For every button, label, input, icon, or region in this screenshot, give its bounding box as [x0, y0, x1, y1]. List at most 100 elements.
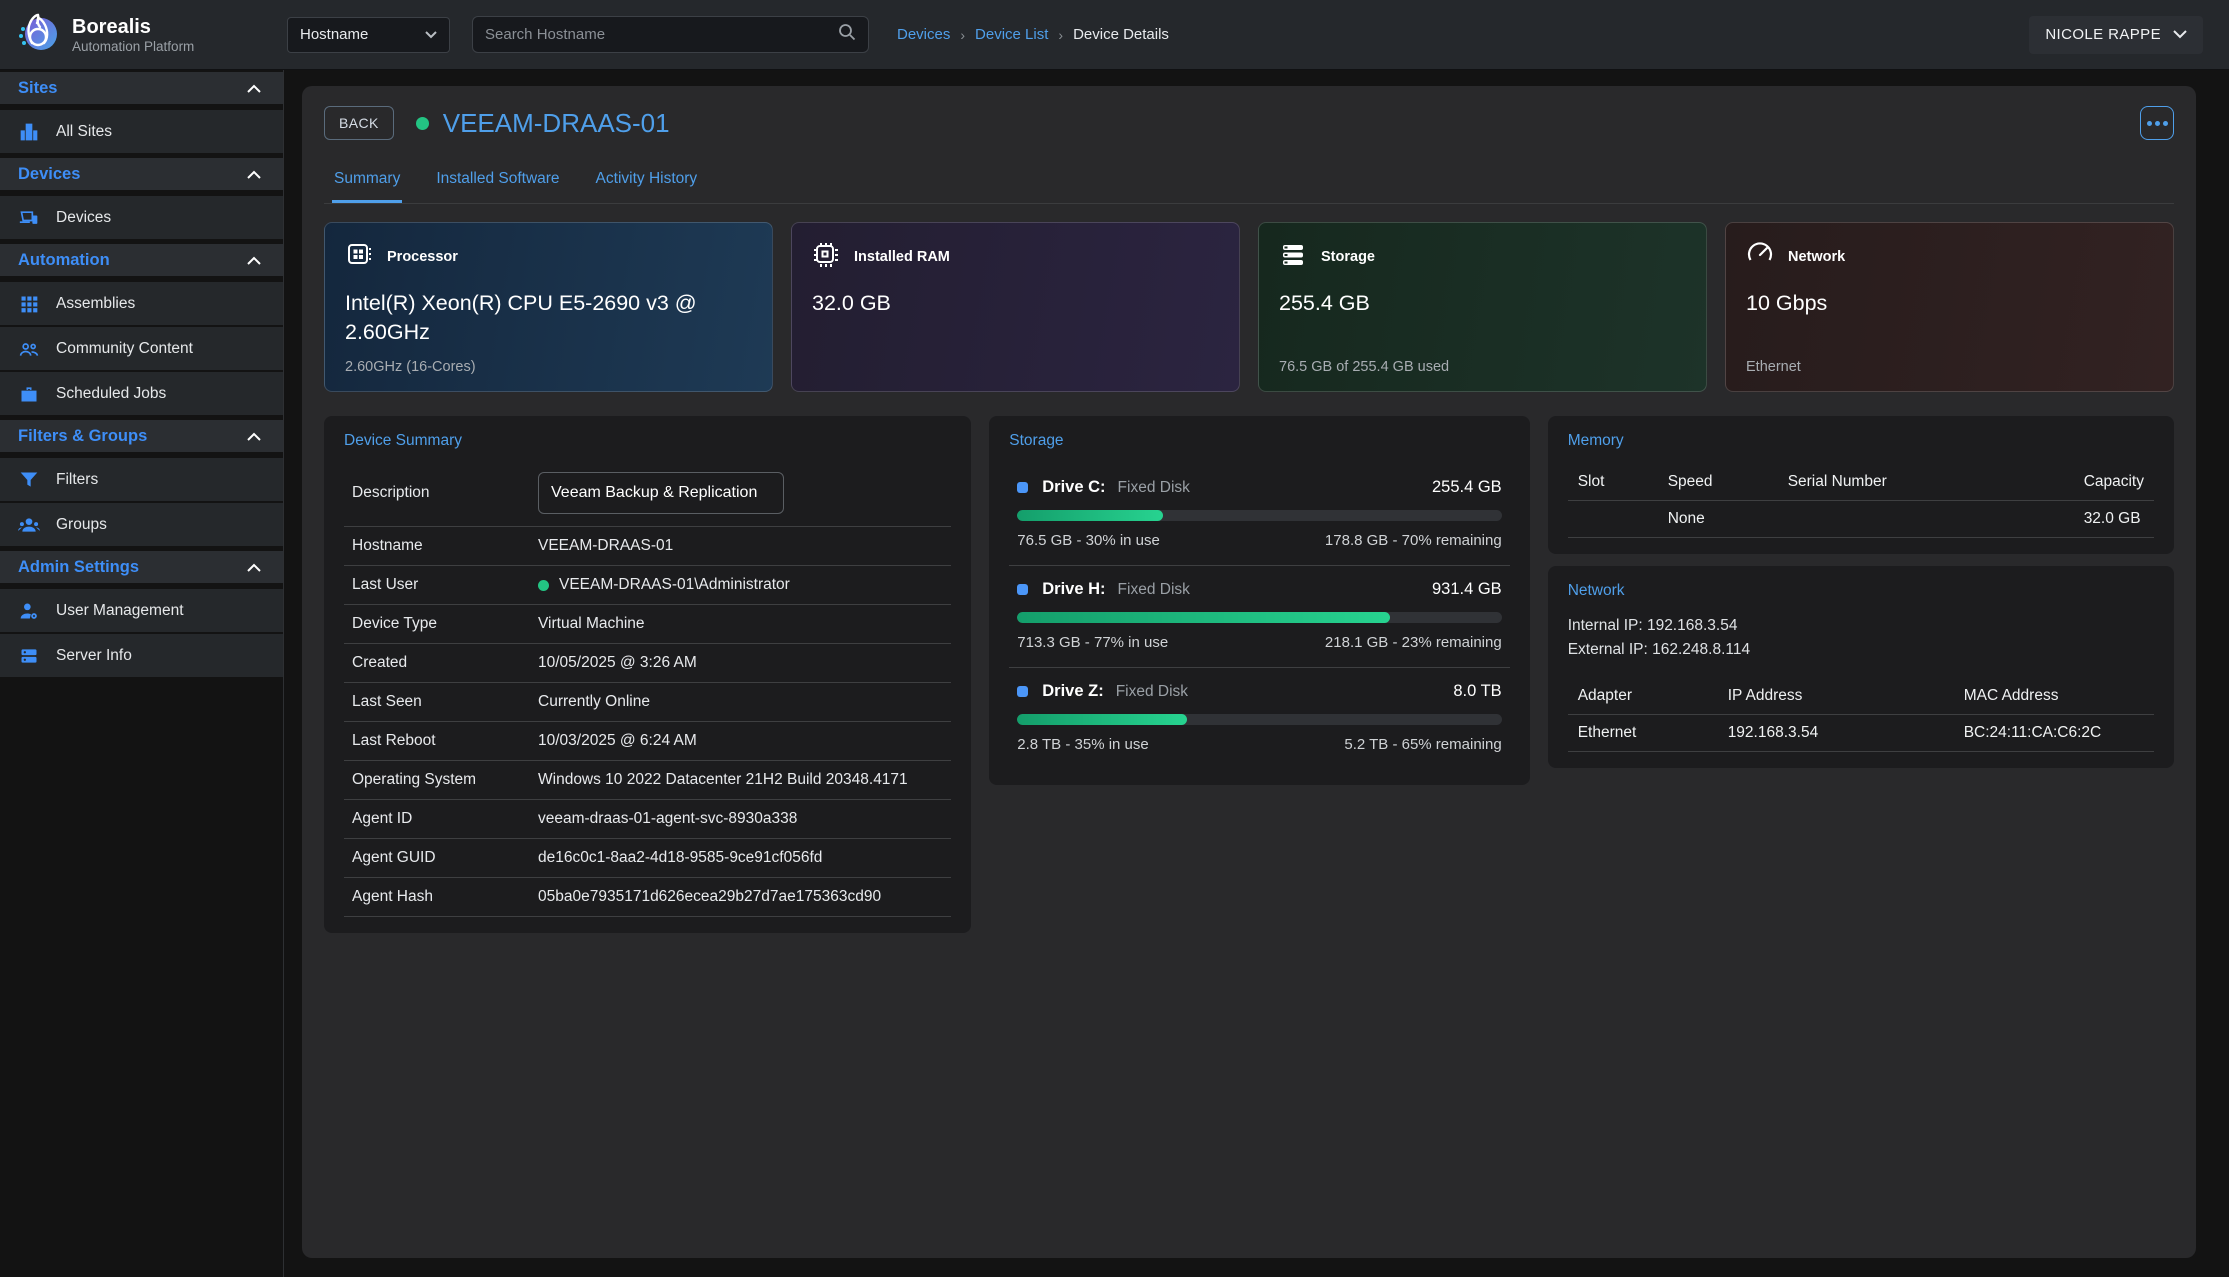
right-column: Memory Slot Speed Serial Number Capacity…	[1548, 416, 2174, 768]
sidebar-item-all-sites[interactable]: All Sites	[0, 110, 283, 153]
gauge-icon	[1746, 241, 1774, 273]
cpu-icon	[345, 241, 373, 273]
user-name: NICOLE RAPPE	[2045, 26, 2161, 43]
sidebar-item-community-content[interactable]: Community Content	[0, 327, 283, 370]
drive-usage-bar	[1017, 510, 1501, 521]
search-box	[472, 16, 869, 53]
summary-row-agent-guid: Agent GUID de16c0c1-8aa2-4d18-9585-9ce91…	[344, 839, 951, 878]
drive-used-text: 2.8 TB - 35% in use	[1017, 736, 1148, 753]
breadcrumb-device-list[interactable]: Device List	[975, 26, 1048, 43]
storage-card: Storage 255.4 GB 76.5 GB of 255.4 GB use…	[1258, 222, 1707, 392]
tab-bar: Summary Installed Software Activity Hist…	[324, 164, 2174, 204]
sidebar-item-label: Community Content	[56, 340, 193, 358]
section-label: Sites	[18, 79, 57, 98]
card-label: Storage	[1321, 249, 1375, 265]
tab-summary[interactable]: Summary	[332, 164, 402, 203]
server-icon	[18, 646, 40, 666]
sidebar-item-label: Groups	[56, 516, 107, 534]
sidebar-item-user-management[interactable]: User Management	[0, 589, 283, 632]
card-label: Network	[1788, 249, 1845, 265]
breadcrumb-device-details: Device Details	[1073, 26, 1169, 43]
back-button[interactable]: BACK	[324, 106, 394, 140]
chevron-up-icon	[247, 79, 261, 98]
grid-icon	[18, 294, 40, 314]
description-input[interactable]	[538, 472, 784, 514]
sidebar-item-label: All Sites	[56, 123, 112, 141]
sidebar: Sites All Sites Devices Devices Automati…	[0, 70, 284, 1277]
section-label: Filters & Groups	[18, 427, 147, 446]
card-label: Installed RAM	[854, 249, 950, 265]
chevron-up-icon	[247, 558, 261, 577]
network-table-row: Ethernet 192.168.3.54 BC:24:11:CA:C6:2C	[1568, 714, 2154, 752]
summary-row-created: Created 10/05/2025 @ 3:26 AM	[344, 644, 951, 683]
search-icon[interactable]	[838, 23, 856, 46]
filter-selected-value: Hostname	[300, 26, 368, 43]
tab-installed-software[interactable]: Installed Software	[434, 164, 561, 203]
drive-remaining-text: 5.2 TB - 65% remaining	[1344, 736, 1501, 753]
device-header: BACK VEEAM-DRAAS-01	[324, 106, 2174, 140]
ram-chip-icon	[812, 241, 840, 273]
sidebar-item-assemblies[interactable]: Assemblies	[0, 282, 283, 325]
summary-row-device-type: Device Type Virtual Machine	[344, 605, 951, 644]
people-icon	[18, 339, 40, 359]
drive-h-row: Drive H: Fixed Disk 931.4 GB 713.3 GB - …	[1009, 566, 1509, 668]
sidebar-item-label: Filters	[56, 471, 98, 489]
card-value: 10 Gbps	[1746, 289, 2153, 318]
sidebar-item-groups[interactable]: Groups	[0, 503, 283, 546]
drive-bullet-icon	[1017, 686, 1028, 697]
panel-title: Memory	[1568, 432, 2154, 450]
sidebar-item-scheduled-jobs[interactable]: Scheduled Jobs	[0, 372, 283, 415]
chevron-down-icon	[2173, 26, 2187, 43]
building-icon	[18, 122, 40, 142]
chevron-up-icon	[247, 427, 261, 446]
network-card: Network 10 Gbps Ethernet	[1725, 222, 2174, 392]
user-menu-button[interactable]: NICOLE RAPPE	[2029, 16, 2203, 54]
tab-activity-history[interactable]: Activity History	[594, 164, 700, 203]
chevron-down-icon	[425, 26, 437, 43]
card-value: 32.0 GB	[812, 289, 1219, 318]
storage-panel: Storage Drive C: Fixed Disk 255.4 GB 76.…	[989, 416, 1529, 785]
card-value: 255.4 GB	[1279, 289, 1686, 318]
online-status-dot	[538, 580, 549, 591]
search-input[interactable]	[485, 26, 838, 43]
stat-cards: Processor Intel(R) Xeon(R) CPU E5-2690 v…	[324, 222, 2174, 392]
borealis-logo-icon	[14, 9, 60, 60]
hostname-filter-select[interactable]: Hostname	[287, 17, 450, 53]
devices-icon	[18, 208, 40, 228]
more-actions-button[interactable]	[2140, 106, 2174, 140]
sidebar-section-devices[interactable]: Devices	[0, 158, 283, 190]
summary-row-agent-hash: Agent Hash 05ba0e7935171d626ecea29b27d7a…	[344, 878, 951, 917]
internal-ip: Internal IP: 192.168.3.54	[1568, 614, 2154, 638]
user-gear-icon	[18, 601, 40, 621]
breadcrumb-devices[interactable]: Devices	[897, 26, 950, 43]
drive-remaining-text: 218.1 GB - 23% remaining	[1325, 634, 1502, 651]
sidebar-section-automation[interactable]: Automation	[0, 244, 283, 276]
brand-tagline: Automation Platform	[72, 39, 194, 54]
chevron-up-icon	[247, 251, 261, 270]
sidebar-item-label: Scheduled Jobs	[56, 385, 166, 403]
network-table-header: Adapter IP Address MAC Address	[1568, 678, 2154, 714]
sidebar-section-admin-settings[interactable]: Admin Settings	[0, 551, 283, 583]
brand: Borealis Automation Platform	[0, 9, 283, 60]
summary-row-agent-id: Agent ID veeam-draas-01-agent-svc-8930a3…	[344, 800, 951, 839]
sidebar-item-devices[interactable]: Devices	[0, 196, 283, 239]
online-status-dot	[416, 117, 429, 130]
card-subtitle: 2.60GHz (16-Cores)	[345, 359, 476, 375]
card-subtitle: 76.5 GB of 255.4 GB used	[1279, 359, 1449, 375]
sidebar-item-filters[interactable]: Filters	[0, 458, 283, 501]
network-panel: Network Internal IP: 192.168.3.54 Extern…	[1548, 566, 2174, 768]
sidebar-section-sites[interactable]: Sites	[0, 72, 283, 104]
drive-c-row: Drive C: Fixed Disk 255.4 GB 76.5 GB - 3…	[1009, 464, 1509, 566]
sidebar-section-filters-groups[interactable]: Filters & Groups	[0, 420, 283, 452]
device-details-page: BACK VEEAM-DRAAS-01 Summary Installed So…	[302, 86, 2196, 1258]
panel-title: Storage	[1009, 432, 1509, 450]
network-adapter-table: Adapter IP Address MAC Address Ethernet …	[1568, 678, 2154, 752]
drive-bullet-icon	[1017, 584, 1028, 595]
drive-used-text: 76.5 GB - 30% in use	[1017, 532, 1160, 549]
breadcrumb-separator: ›	[1058, 27, 1063, 43]
drive-usage-bar	[1017, 714, 1501, 725]
breadcrumb: Devices › Device List › Device Details	[897, 26, 1169, 43]
brand-name: Borealis	[72, 16, 194, 39]
panel-title: Device Summary	[344, 432, 951, 450]
sidebar-item-server-info[interactable]: Server Info	[0, 634, 283, 677]
